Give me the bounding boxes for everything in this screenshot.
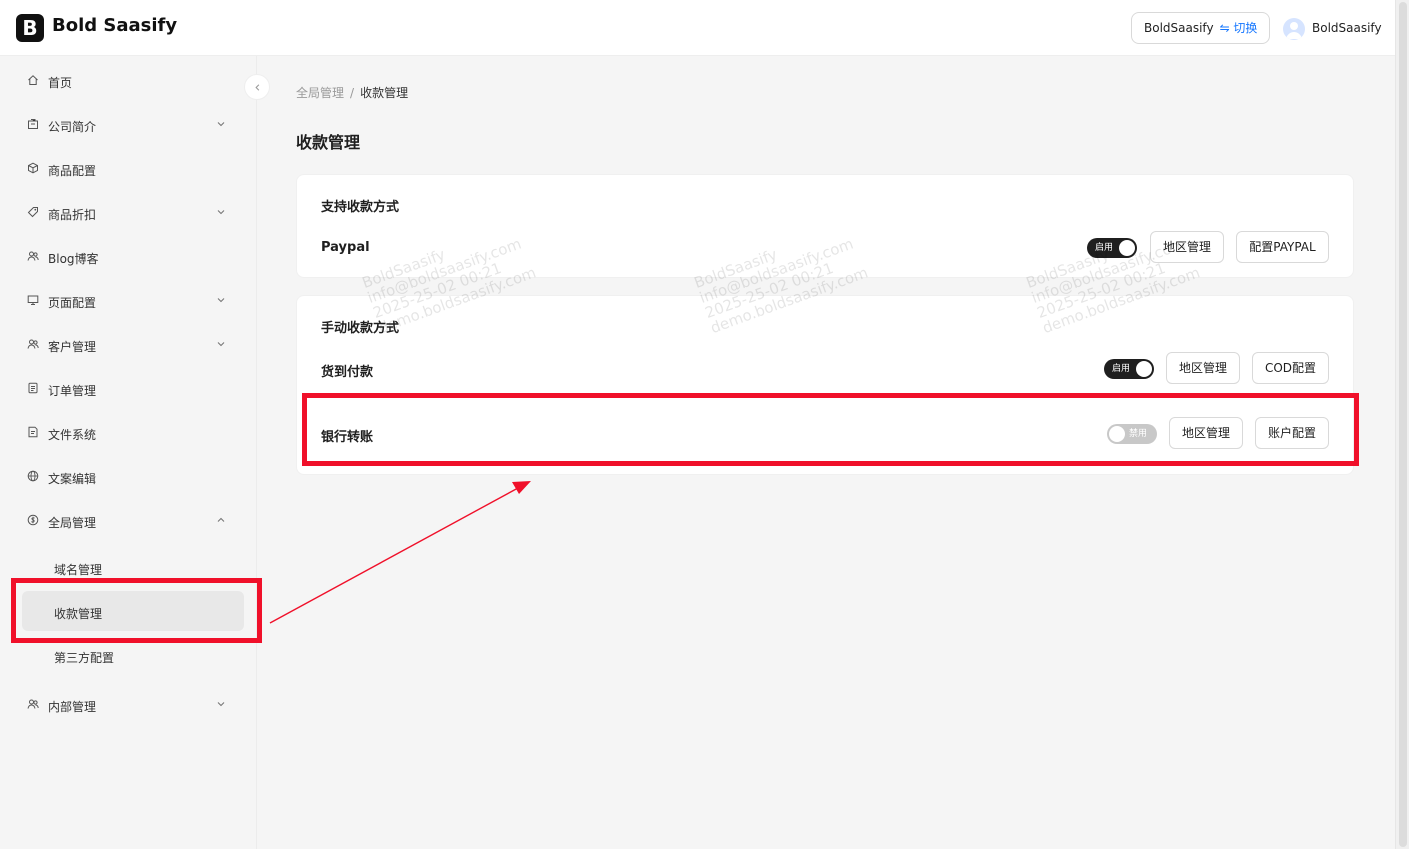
- card-title: 手动收款方式: [321, 321, 400, 336]
- file-icon: [28, 426, 38, 438]
- chevron-down-icon: [217, 210, 225, 215]
- chevron-up-icon: [217, 517, 225, 522]
- toggle-knob: [1119, 240, 1135, 256]
- sidebar-item-label: 商品配置: [48, 164, 97, 178]
- box-icon: [28, 162, 38, 174]
- annotation-box-sidebar: [11, 578, 262, 643]
- sidebar-item-label: 公司简介: [48, 120, 97, 134]
- sidebar-item-label: 全局管理: [48, 516, 97, 530]
- sidebar-item-home[interactable]: 首页: [0, 58, 257, 102]
- sidebar-item-label: 商品折扣: [48, 208, 97, 222]
- cod-config-button[interactable]: COD配置: [1252, 352, 1329, 384]
- tag-icon: [27, 207, 38, 218]
- top-header: B Bold Saasify BoldSaasify ⇋ 切换 BoldSaasi…: [0, 0, 1395, 56]
- switch-account-button[interactable]: BoldSaasify ⇋ 切换: [1131, 12, 1270, 44]
- sidebar-item-product-config[interactable]: 商品配置: [0, 146, 257, 190]
- app-name: Bold Saasify: [52, 15, 178, 36]
- users-icon: [27, 251, 39, 261]
- sidebar-subitem-label: 第三方配置: [54, 651, 115, 665]
- sidebar-item-page-config[interactable]: 页面配置: [0, 278, 257, 322]
- method-name: Paypal: [321, 240, 370, 255]
- paypal-region-button[interactable]: 地区管理: [1150, 231, 1224, 263]
- building-icon: [28, 119, 38, 129]
- sidebar-item-files[interactable]: 文件系统: [0, 410, 257, 454]
- dollar-circle-icon: [27, 514, 39, 526]
- sidebar-item-global[interactable]: 全局管理: [0, 498, 257, 542]
- chevron-down-icon: [217, 298, 225, 303]
- sidebar-item-label: 内部管理: [48, 700, 97, 714]
- cod-toggle[interactable]: 启用: [1104, 359, 1154, 379]
- sidebar-item-label: 文案编辑: [48, 472, 97, 486]
- card-title: 支持收款方式: [321, 200, 400, 215]
- users-icon: [27, 699, 39, 709]
- users-icon: [27, 339, 39, 349]
- monitor-icon: [27, 295, 39, 305]
- sidebar-subitem-label: 域名管理: [54, 563, 103, 577]
- toggle-label: 启用: [1095, 243, 1114, 253]
- annotation-box-bank-row: [302, 393, 1359, 466]
- method-row-cod: 货到付款 启用 地区管理 COD配置: [297, 352, 1353, 386]
- user-name[interactable]: BoldSaasify: [1312, 21, 1382, 35]
- cod-region-button[interactable]: 地区管理: [1166, 352, 1240, 384]
- logo-icon: B: [16, 14, 44, 42]
- sidebar: 首页 公司简介 商品配置 商品折扣 Blog博客 页面配置 客户管理 订单管理 …: [0, 56, 270, 849]
- sidebar-item-copy-edit[interactable]: 文案编辑: [0, 454, 257, 498]
- switch-account-label: BoldSaasify: [1144, 21, 1214, 35]
- method-row-paypal: Paypal 启用 地区管理 配置PAYPAL: [297, 231, 1353, 265]
- sidebar-item-label: Blog博客: [48, 252, 99, 266]
- paypal-toggle[interactable]: 启用: [1087, 238, 1137, 258]
- sidebar-item-label: 首页: [48, 76, 73, 90]
- method-name: 货到付款: [321, 365, 374, 380]
- sidebar-item-blog[interactable]: Blog博客: [0, 234, 257, 278]
- home-icon: [28, 75, 38, 85]
- toggle-knob: [1136, 361, 1152, 377]
- sidebar-item-internal[interactable]: 内部管理: [0, 682, 257, 726]
- document-icon: [28, 382, 38, 394]
- toggle-label: 启用: [1112, 364, 1131, 374]
- chevron-down-icon: [217, 342, 225, 347]
- sidebar-item-customers[interactable]: 客户管理: [0, 322, 257, 366]
- user-avatar-icon: [1286, 22, 1302, 39]
- paypal-config-button[interactable]: 配置PAYPAL: [1236, 231, 1329, 263]
- chevron-down-icon: [217, 702, 225, 707]
- sidebar-item-label: 页面配置: [48, 296, 97, 310]
- sidebar-item-label: 订单管理: [48, 384, 97, 398]
- sidebar-item-company[interactable]: 公司简介: [0, 102, 257, 146]
- breadcrumb-current: 收款管理: [360, 86, 409, 100]
- sidebar-item-orders[interactable]: 订单管理: [0, 366, 257, 410]
- sidebar-item-label: 文件系统: [48, 428, 97, 442]
- breadcrumb-separator: /: [350, 86, 355, 100]
- switch-link[interactable]: ⇋ 切换: [1220, 21, 1258, 35]
- scrollbar-thumb[interactable]: [1399, 2, 1407, 847]
- page-title: 收款管理: [296, 133, 361, 152]
- breadcrumb: 全局管理 / 收款管理: [296, 84, 408, 101]
- breadcrumb-parent[interactable]: 全局管理: [296, 86, 344, 100]
- avatar[interactable]: [1283, 18, 1305, 40]
- chevron-down-icon: [217, 122, 225, 127]
- sidebar-item-label: 客户管理: [48, 340, 97, 354]
- sidebar-item-product-discount[interactable]: 商品折扣: [0, 190, 257, 234]
- globe-icon: [27, 470, 39, 482]
- supported-methods-card: 支持收款方式 Paypal 启用 地区管理 配置PAYPAL: [296, 174, 1354, 278]
- page-scrollbar[interactable]: [1395, 0, 1409, 849]
